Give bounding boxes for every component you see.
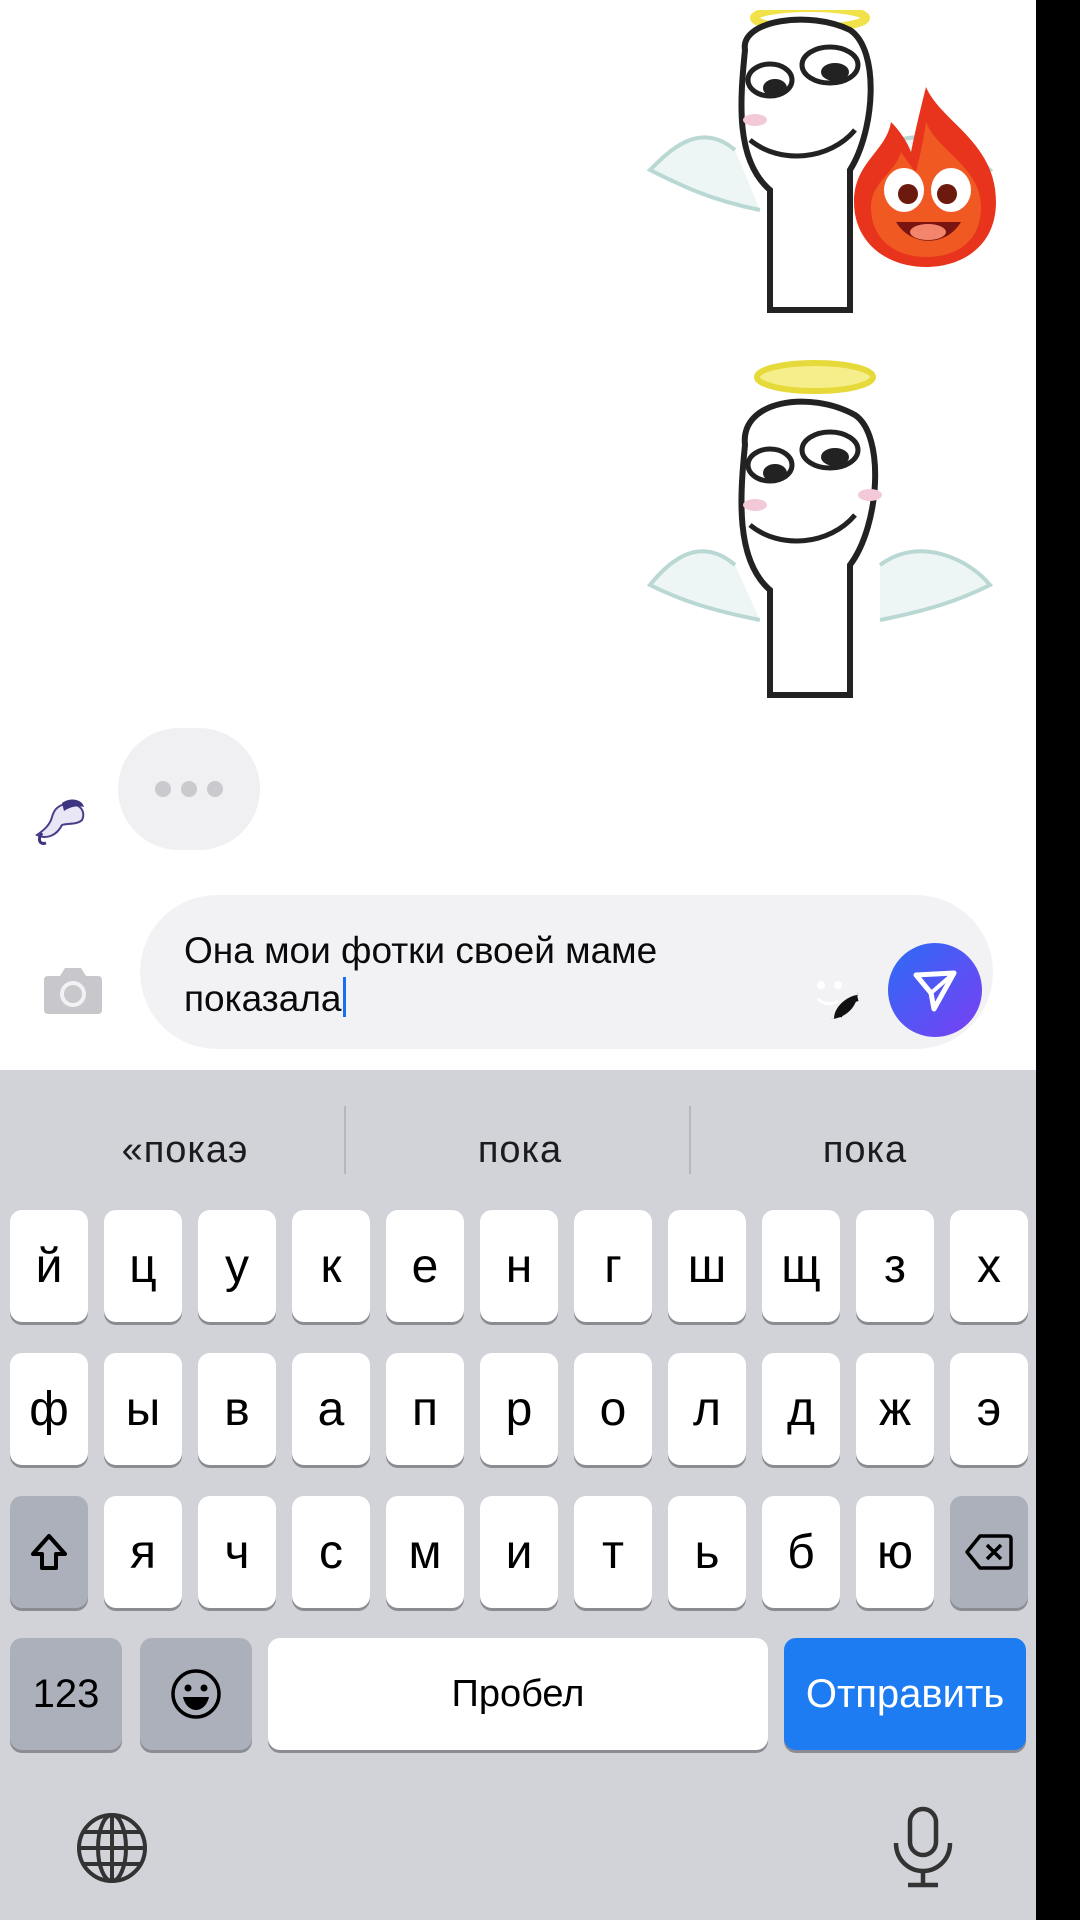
shift-key[interactable] <box>10 1496 88 1608</box>
message-text: Она мои фотки своей маме показала <box>184 930 658 1019</box>
key-н[interactable]: н <box>480 1210 558 1322</box>
key-т[interactable]: т <box>574 1496 652 1608</box>
key-ю[interactable]: ю <box>856 1496 934 1608</box>
key-в[interactable]: в <box>198 1353 276 1465</box>
typing-dot <box>155 781 171 797</box>
suggestion-2[interactable]: пока <box>360 1120 680 1180</box>
key-о[interactable]: о <box>574 1353 652 1465</box>
microphone-icon[interactable] <box>888 1805 958 1891</box>
emoji-icon <box>171 1669 221 1719</box>
key-а[interactable]: а <box>292 1353 370 1465</box>
key-ж[interactable]: ж <box>856 1353 934 1465</box>
typing-indicator-bubble <box>118 728 260 850</box>
backspace-key[interactable] <box>950 1496 1028 1608</box>
key-п[interactable]: п <box>386 1353 464 1465</box>
key-ы[interactable]: ы <box>104 1353 182 1465</box>
key-м[interactable]: м <box>386 1496 464 1608</box>
key-щ[interactable]: щ <box>762 1210 840 1322</box>
key-е[interactable]: е <box>386 1210 464 1322</box>
typing-dot <box>181 781 197 797</box>
key-г[interactable]: г <box>574 1210 652 1322</box>
suggestion-3[interactable]: пока <box>705 1120 1025 1180</box>
key-я[interactable]: я <box>104 1496 182 1608</box>
suggestion-divider <box>689 1106 691 1174</box>
key-ф[interactable]: ф <box>10 1353 88 1465</box>
camera-icon[interactable] <box>42 962 104 1016</box>
message-text-area[interactable]: Она мои фотки своей маме показала <box>184 927 784 1023</box>
sticker-icon[interactable] <box>800 961 860 1021</box>
send-arrow-icon <box>913 970 957 1012</box>
key-з[interactable]: з <box>856 1210 934 1322</box>
key-э[interactable]: э <box>950 1353 1028 1465</box>
key-л[interactable]: л <box>668 1353 746 1465</box>
fire-emoji-sticker[interactable] <box>846 82 1006 272</box>
suggestion-1[interactable]: «покаэ <box>40 1120 330 1180</box>
key-у[interactable]: у <box>198 1210 276 1322</box>
key-х[interactable]: х <box>950 1210 1028 1322</box>
contact-avatar[interactable] <box>32 795 92 845</box>
key-с[interactable]: с <box>292 1496 370 1608</box>
typing-dot <box>207 781 223 797</box>
angel-sticker-2[interactable] <box>640 355 1020 705</box>
chat-screen: Она мои фотки своей маме показала «покаэ… <box>0 0 1036 1920</box>
key-к[interactable]: к <box>292 1210 370 1322</box>
numbers-key[interactable]: 123 <box>10 1638 122 1750</box>
globe-icon[interactable] <box>74 1810 150 1886</box>
key-б[interactable]: б <box>762 1496 840 1608</box>
suggestion-bar: «покаэ пока пока <box>0 1070 1036 1210</box>
key-д[interactable]: д <box>762 1353 840 1465</box>
send-button[interactable] <box>888 943 982 1037</box>
key-ш[interactable]: ш <box>668 1210 746 1322</box>
key-ч[interactable]: ч <box>198 1496 276 1608</box>
shift-icon <box>31 1534 67 1570</box>
key-ь[interactable]: ь <box>668 1496 746 1608</box>
key-ц[interactable]: ц <box>104 1210 182 1322</box>
key-и[interactable]: и <box>480 1496 558 1608</box>
key-р[interactable]: р <box>480 1353 558 1465</box>
backspace-icon <box>965 1534 1013 1570</box>
keyboard-send-key[interactable]: Отправить <box>784 1638 1026 1750</box>
text-caret <box>342 977 346 1017</box>
screen-edge <box>1036 0 1080 1920</box>
key-й[interactable]: й <box>10 1210 88 1322</box>
suggestion-divider <box>344 1106 346 1174</box>
keyboard: «покаэ пока пока й ц у к е н г ш щ з х ф… <box>0 1070 1036 1920</box>
emoji-key[interactable] <box>140 1638 252 1750</box>
space-key[interactable]: Пробел <box>268 1638 768 1750</box>
message-input[interactable]: Она мои фотки своей маме показала <box>140 895 993 1049</box>
